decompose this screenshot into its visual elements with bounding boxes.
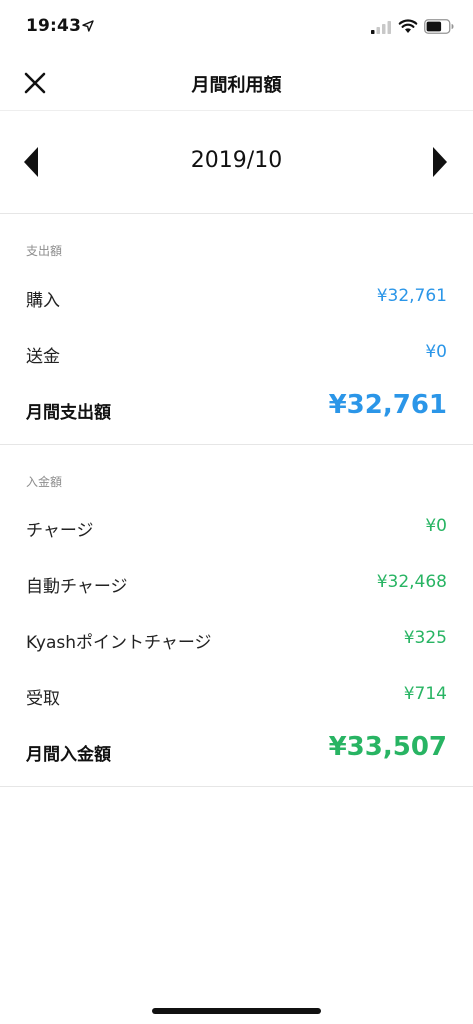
location-icon	[82, 20, 94, 32]
expense-total-row: 月間支出額 ¥32,761	[0, 388, 473, 428]
income-header: 入金額	[26, 475, 63, 489]
income-row-received: 受取 ¥714	[0, 674, 473, 714]
expense-total-label: 月間支出額	[26, 403, 111, 423]
status-time: 19:43	[26, 16, 82, 36]
home-indicator[interactable]	[152, 1008, 321, 1014]
expense-row-label: 送金	[26, 347, 60, 367]
expense-header: 支出額	[26, 244, 63, 258]
income-row-value: ¥32,468	[376, 572, 447, 592]
income-row-auto-charge: 自動チャージ ¥32,468	[0, 562, 473, 602]
expense-row-value: ¥32,761	[376, 286, 447, 306]
month-label: 2019/10	[190, 148, 283, 173]
expense-row-purchase: 購入 ¥32,761	[0, 276, 473, 316]
income-row-value: ¥714	[403, 684, 447, 704]
income-section: 入金額 チャージ ¥0 自動チャージ ¥32,468 Kyashポイントチャージ…	[0, 445, 473, 787]
expense-total-value: ¥32,761	[328, 390, 447, 420]
battery-icon	[424, 19, 454, 34]
screen: 19:43 月間利用額 2019/10 支出額 購入 ¥32,761 送金 ¥0…	[0, 0, 473, 1024]
signal-icon	[371, 21, 391, 34]
triangle-right-icon[interactable]	[429, 146, 449, 178]
income-total-label: 月間入金額	[26, 745, 111, 765]
income-total-value: ¥33,507	[328, 732, 447, 762]
income-row-label: チャージ	[26, 521, 94, 541]
income-row-charge: チャージ ¥0	[0, 506, 473, 546]
income-total-row: 月間入金額 ¥33,507	[0, 730, 473, 770]
expense-row-transfer: 送金 ¥0	[0, 332, 473, 372]
income-row-label: Kyashポイントチャージ	[26, 633, 212, 653]
income-row-value: ¥0	[425, 516, 447, 536]
page-title: 月間利用額	[191, 75, 282, 96]
status-bar: 19:43	[0, 0, 473, 56]
expense-section: 支出額 購入 ¥32,761 送金 ¥0 月間支出額 ¥32,761	[0, 214, 473, 445]
income-row-value: ¥325	[403, 628, 447, 648]
expense-row-label: 購入	[26, 291, 60, 311]
nav-bar: 月間利用額	[0, 56, 473, 111]
income-row-label: 自動チャージ	[26, 577, 128, 597]
income-row-label: 受取	[26, 689, 60, 709]
month-selector: 2019/10	[0, 111, 473, 214]
income-row-point-charge: Kyashポイントチャージ ¥325	[0, 618, 473, 658]
wifi-icon	[398, 19, 418, 33]
expense-row-value: ¥0	[425, 342, 447, 362]
